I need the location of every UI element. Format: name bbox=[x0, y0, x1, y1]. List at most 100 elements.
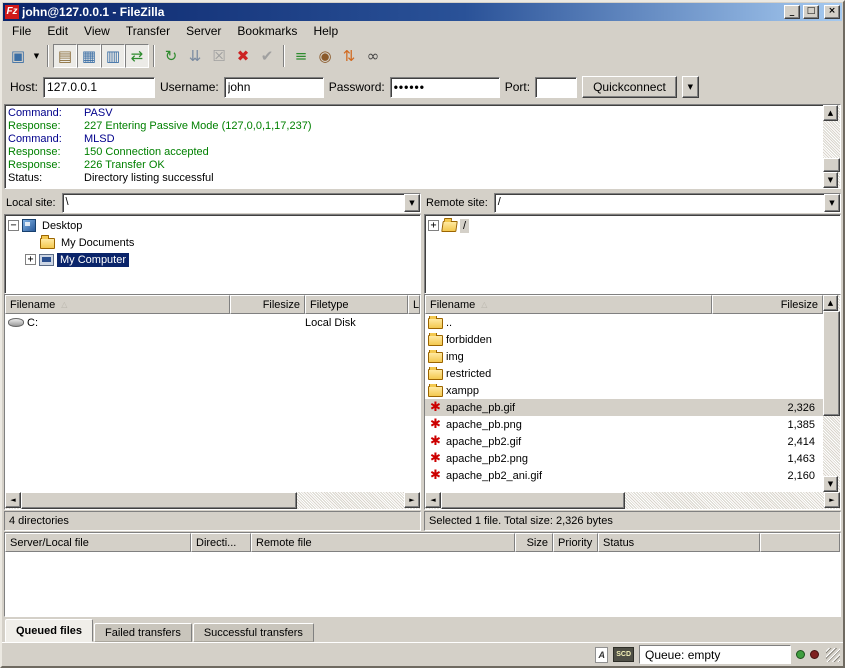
tab-queued-files[interactable]: Queued files bbox=[5, 619, 93, 642]
file-name[interactable]: xampp bbox=[446, 385, 479, 397]
column-header-filename[interactable]: Filename△ bbox=[5, 295, 230, 314]
queue-body[interactable] bbox=[5, 552, 840, 616]
abort-icon[interactable]: ✔ bbox=[255, 44, 279, 68]
column-header-filetype[interactable]: Filetype bbox=[305, 295, 408, 314]
file-row-c-drive[interactable]: C: Local Disk bbox=[5, 314, 420, 331]
combo-dropdown-button[interactable]: ▼ bbox=[824, 194, 840, 212]
host-input[interactable] bbox=[43, 77, 155, 98]
combo-dropdown-button[interactable]: ▼ bbox=[404, 194, 420, 212]
folder-row[interactable]: .. bbox=[425, 314, 823, 331]
scroll-track[interactable] bbox=[21, 492, 404, 509]
column-header-priority[interactable]: Priority bbox=[553, 533, 598, 552]
column-header-filesize[interactable]: Filesize bbox=[230, 295, 305, 314]
file-row-selected[interactable]: ✱apache_pb.gif2,326 bbox=[425, 399, 823, 416]
column-header-local-file[interactable]: Server/Local file bbox=[5, 533, 191, 552]
quickconnect-button[interactable]: Quickconnect bbox=[582, 76, 677, 98]
compare-icon[interactable]: ◉ bbox=[313, 44, 337, 68]
file-name[interactable]: .. bbox=[446, 317, 452, 329]
scroll-track[interactable] bbox=[823, 311, 840, 475]
folder-row[interactable]: restricted bbox=[425, 365, 823, 382]
collapse-icon[interactable]: − bbox=[8, 220, 19, 231]
titlebar[interactable]: Fz john@127.0.0.1 - FileZilla _ □ × bbox=[3, 3, 842, 21]
tree-item-label[interactable]: My Documents bbox=[58, 236, 137, 250]
remote-vscrollbar[interactable]: ▲ ▼ bbox=[823, 295, 840, 491]
log-scrollbar[interactable]: ▲ ▼ bbox=[823, 105, 840, 189]
scroll-left-icon[interactable]: ◄ bbox=[425, 492, 441, 508]
toggle-local-tree-icon[interactable]: ▦ bbox=[77, 44, 101, 68]
column-header-direction[interactable]: Directi... bbox=[191, 533, 251, 552]
file-row[interactable]: ✱apache_pb.png1,385 bbox=[425, 416, 823, 433]
menu-help[interactable]: Help bbox=[305, 21, 346, 41]
scroll-thumb[interactable] bbox=[823, 311, 840, 416]
maximize-button[interactable]: □ bbox=[803, 5, 819, 19]
expand-icon[interactable]: + bbox=[428, 220, 439, 231]
sync-browse-icon[interactable]: ⇅ bbox=[337, 44, 361, 68]
column-header-remote-file[interactable]: Remote file bbox=[251, 533, 515, 552]
scroll-thumb[interactable] bbox=[823, 158, 840, 172]
column-header-status[interactable]: Status bbox=[598, 533, 760, 552]
expand-icon[interactable]: + bbox=[25, 254, 36, 265]
folder-row[interactable]: forbidden bbox=[425, 331, 823, 348]
disconnect-icon[interactable]: ✖ bbox=[231, 44, 255, 68]
tree-item-label[interactable]: / bbox=[460, 219, 469, 233]
toggle-queue-icon[interactable]: ⇄ bbox=[125, 44, 149, 68]
menu-file[interactable]: File bbox=[4, 21, 39, 41]
find-icon[interactable]: ∞ bbox=[361, 44, 385, 68]
file-name[interactable]: apache_pb2_ani.gif bbox=[446, 470, 542, 482]
username-input[interactable] bbox=[224, 77, 324, 98]
toggle-log-icon[interactable]: ▤ bbox=[53, 44, 77, 68]
tree-item-desktop[interactable]: − Desktop bbox=[5, 217, 420, 234]
tab-successful-transfers[interactable]: Successful transfers bbox=[193, 623, 314, 642]
remote-hscrollbar[interactable]: ◄ ► bbox=[425, 492, 840, 509]
file-name[interactable]: apache_pb.png bbox=[446, 419, 522, 431]
local-site-combo[interactable]: \ ▼ bbox=[62, 193, 421, 213]
process-queue-icon[interactable]: ⇊ bbox=[183, 44, 207, 68]
password-input[interactable] bbox=[390, 77, 500, 98]
scroll-track[interactable] bbox=[823, 121, 840, 173]
site-manager-icon[interactable]: ▣ bbox=[6, 44, 30, 68]
tree-item-label[interactable]: Desktop bbox=[39, 219, 85, 233]
column-header-size[interactable]: Size bbox=[515, 533, 553, 552]
scroll-up-icon[interactable]: ▲ bbox=[823, 295, 838, 311]
file-name[interactable]: apache_pb2.gif bbox=[446, 436, 521, 448]
menu-view[interactable]: View bbox=[76, 21, 118, 41]
scroll-track[interactable] bbox=[441, 492, 824, 509]
tab-failed-transfers[interactable]: Failed transfers bbox=[94, 623, 192, 642]
scroll-right-icon[interactable]: ► bbox=[824, 492, 840, 508]
tree-item-root[interactable]: + / bbox=[425, 217, 840, 234]
file-name[interactable]: forbidden bbox=[446, 334, 492, 346]
resize-grip[interactable] bbox=[826, 648, 840, 662]
scroll-down-icon[interactable]: ▼ bbox=[823, 476, 838, 492]
close-button[interactable]: × bbox=[824, 5, 840, 19]
tree-item-my-documents[interactable]: My Documents bbox=[5, 234, 420, 251]
scroll-up-icon[interactable]: ▲ bbox=[823, 105, 838, 121]
tree-item-my-computer[interactable]: + My Computer bbox=[5, 251, 420, 268]
column-header-filesize[interactable]: Filesize bbox=[712, 295, 823, 314]
folder-row[interactable]: xampp bbox=[425, 382, 823, 399]
menu-server[interactable]: Server bbox=[178, 21, 229, 41]
local-hscrollbar[interactable]: ◄ ► bbox=[5, 492, 420, 509]
file-row[interactable]: ✱apache_pb2_ani.gif2,160 bbox=[425, 467, 823, 484]
file-row[interactable]: ✱apache_pb2.png1,463 bbox=[425, 450, 823, 467]
cancel-operation-icon[interactable]: ☒ bbox=[207, 44, 231, 68]
refresh-icon[interactable]: ↻ bbox=[159, 44, 183, 68]
file-name[interactable]: C: bbox=[27, 317, 38, 329]
file-row[interactable]: ✱apache_pb2.gif2,414 bbox=[425, 433, 823, 450]
indicator-badge-icon[interactable]: SCD bbox=[613, 647, 634, 662]
menu-edit[interactable]: Edit bbox=[39, 21, 76, 41]
minimize-button[interactable]: _ bbox=[784, 5, 800, 19]
tree-item-label[interactable]: My Computer bbox=[57, 253, 129, 267]
toggle-remote-tree-icon[interactable]: ▥ bbox=[101, 44, 125, 68]
scroll-down-icon[interactable]: ▼ bbox=[823, 172, 838, 188]
column-header-filename[interactable]: Filename△ bbox=[425, 295, 712, 314]
scroll-right-icon[interactable]: ► bbox=[404, 492, 420, 508]
file-name[interactable]: img bbox=[446, 351, 464, 363]
transfer-type-icon[interactable]: A bbox=[595, 647, 608, 663]
file-name[interactable]: apache_pb.gif bbox=[446, 402, 515, 414]
scroll-left-icon[interactable]: ◄ bbox=[5, 492, 21, 508]
site-manager-dropdown[interactable]: ▼ bbox=[30, 44, 43, 68]
remote-site-combo[interactable]: / ▼ bbox=[494, 193, 841, 213]
scroll-thumb[interactable] bbox=[21, 492, 297, 509]
menu-transfer[interactable]: Transfer bbox=[118, 21, 178, 41]
file-name[interactable]: restricted bbox=[446, 368, 491, 380]
